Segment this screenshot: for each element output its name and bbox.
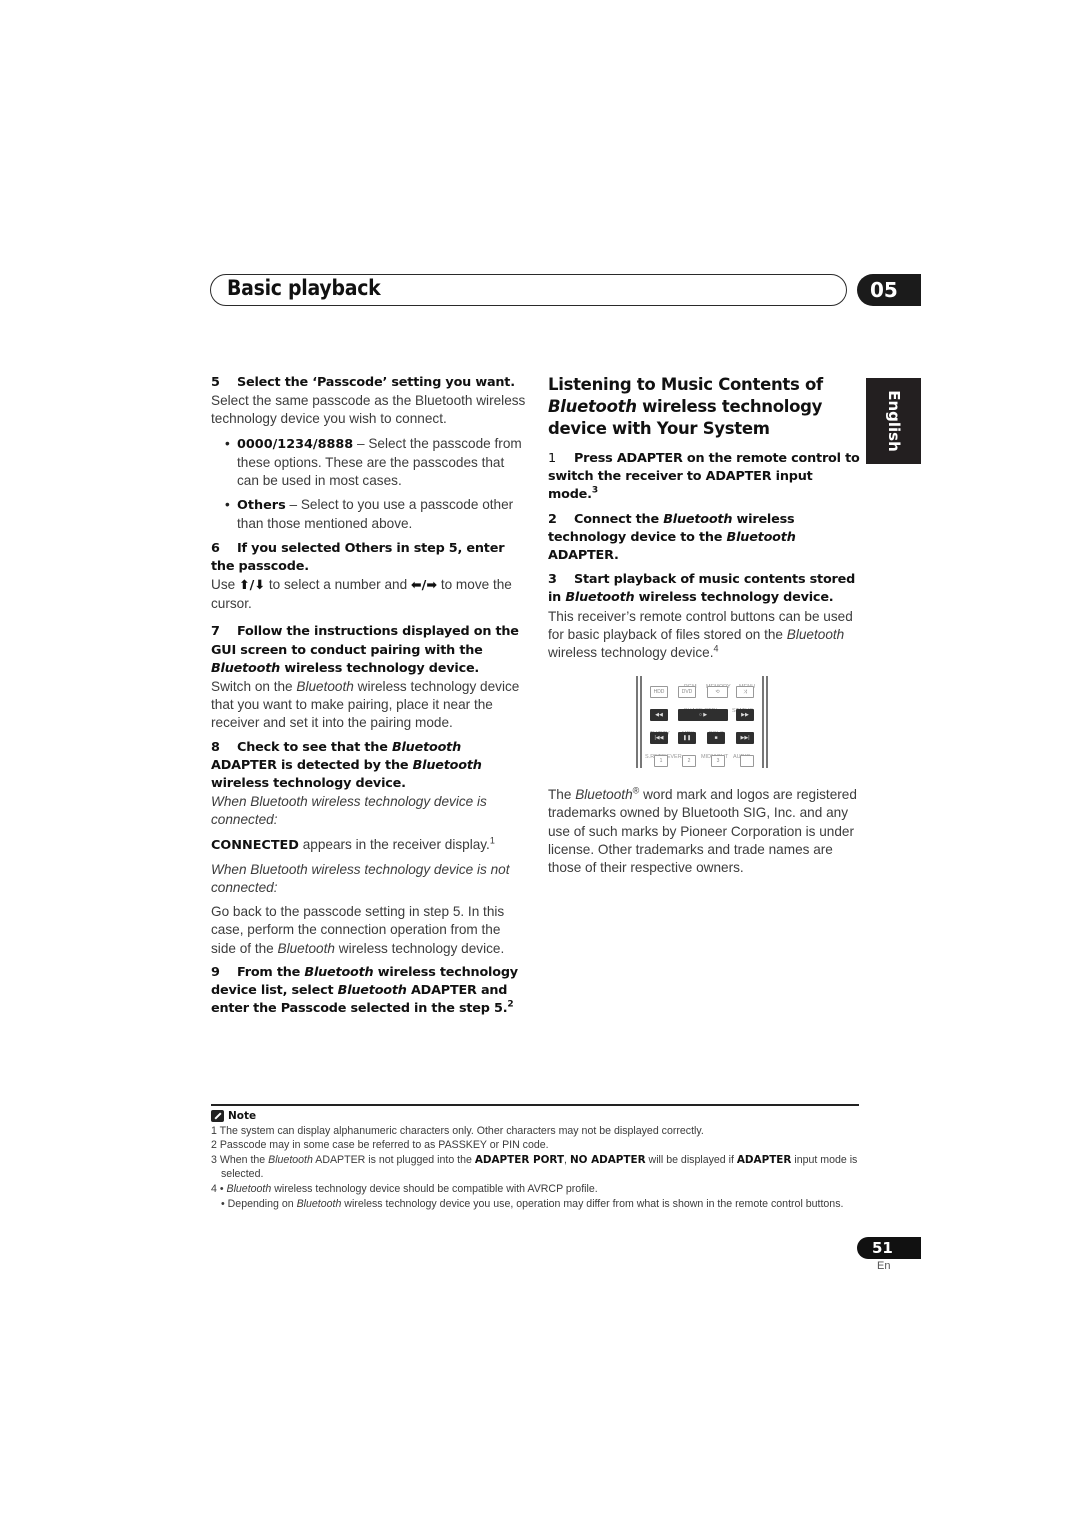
footnote-2: 2 Passcode may in some case be referred … — [211, 1139, 549, 1152]
step-5-heading: 5 Select the ‘Passcode’ setting you want. — [211, 375, 515, 390]
footnotes: Note 1 The system can display alphanumer… — [211, 1104, 859, 1211]
step-6-heading: 6 If you selected Others in step 5, enter… — [211, 540, 505, 574]
left-right-arrow-icon: ⬅/➡ — [410, 578, 438, 594]
connected-label: When Bluetooth wireless technology devic… — [211, 794, 487, 828]
step-7-heading: 7 Follow the instructions displayed on th… — [211, 624, 519, 676]
step-2-heading: 2 Connect the Bluetooth wireless technolo… — [548, 511, 796, 564]
stop-button: ■ — [707, 732, 725, 745]
note-heading: Note — [211, 1109, 859, 1124]
footnote-ref-4[interactable]: 4 — [713, 644, 718, 654]
step-8-heading: 8 Check to see that the Bluetooth ADAPTER… — [211, 739, 482, 792]
left-column: 5 Select the ‘Passcode’ setting you want.… — [211, 374, 527, 1019]
footnote-1: 1 The system can display alphanumeric ch… — [211, 1124, 704, 1137]
page-number: 51 — [857, 1237, 921, 1259]
chapter-number-tab: 05 — [857, 274, 921, 306]
trademark-notice: The Bluetooth® word mark and logos are r… — [548, 785, 857, 876]
shuffle-button: ⤨ — [736, 686, 754, 699]
step-7-body: Switch on the Bluetooth wireless technol… — [211, 679, 520, 731]
number-1-button: 1 — [654, 755, 668, 768]
rewind-button: ◀◀ — [650, 709, 668, 722]
next-button: ▶▶| — [736, 732, 754, 745]
footnote-ref-1[interactable]: 1 — [490, 835, 495, 845]
repeat-button: ⟲ — [707, 686, 728, 699]
footnote-4-sub: • Depending on Bluetooth wireless techno… — [221, 1197, 844, 1210]
previous-button: |◀◀ — [650, 732, 668, 745]
up-down-arrow-icon: ⬆/⬇ — [238, 578, 266, 594]
footnote-ref-3[interactable]: 3 — [592, 486, 598, 496]
bullet-passcode-options: 0000/1234/8888 – Select the passcode fro… — [211, 435, 527, 491]
connected-text: CONNECTED appears in the receiver displa… — [211, 835, 495, 853]
page-language-code: En — [877, 1260, 891, 1272]
step-9-heading: 9 From the Bluetooth wireless technology … — [211, 964, 518, 1017]
fast-forward-button: ▶▶ — [736, 709, 754, 722]
step-1-heading: 1 Press ADAPTER on the remote control to … — [548, 451, 860, 503]
step-5-body: Select the same passcode as the Bluetoot… — [211, 393, 526, 427]
remote-rail-left — [636, 676, 638, 769]
step-3-body: This receiver’s remote control buttons c… — [548, 608, 853, 661]
footnote-4: 4 • Bluetooth wireless technology device… — [211, 1182, 598, 1195]
bullet-others: Others – Select to you use a passcode ot… — [211, 496, 527, 533]
remote-rail-right — [762, 676, 764, 769]
language-label: English — [884, 390, 903, 452]
number-3-button: 3 — [711, 755, 725, 768]
dvd-button: DVD — [678, 686, 696, 699]
step-6-body: Use ⬆/⬇ to select a number and ⬅/➡ to mo… — [211, 577, 512, 612]
section-heading: Listening to Music Contents of Bluetooth… — [548, 375, 823, 438]
section-title: Basic playback — [227, 276, 381, 300]
play-button: ○ ▶ — [678, 709, 728, 722]
not-connected-text: Go back to the passcode setting in step … — [211, 904, 505, 956]
pause-button: ❚❚ — [678, 732, 696, 745]
hdd-button: HDD — [650, 686, 668, 699]
right-column: Listening to Music Contents of Bluetooth… — [548, 374, 860, 877]
not-connected-label: When Bluetooth wireless technology devic… — [211, 861, 510, 896]
step-3-heading: 3 Start playback of music contents stored… — [548, 572, 856, 606]
number-2-button: 2 — [682, 755, 696, 768]
audio-button — [740, 755, 754, 768]
footnote-3: 3 When the Bluetooth ADAPTER is not plug… — [211, 1153, 858, 1181]
remote-control-illustration: PGM MEMORY MENU HDD DVD ⟲ ⤨ PHASE CTRL S… — [636, 676, 768, 769]
pencil-note-icon — [211, 1110, 224, 1123]
footnote-ref-2[interactable]: 2 — [507, 1000, 513, 1010]
language-tab: English — [866, 378, 921, 464]
